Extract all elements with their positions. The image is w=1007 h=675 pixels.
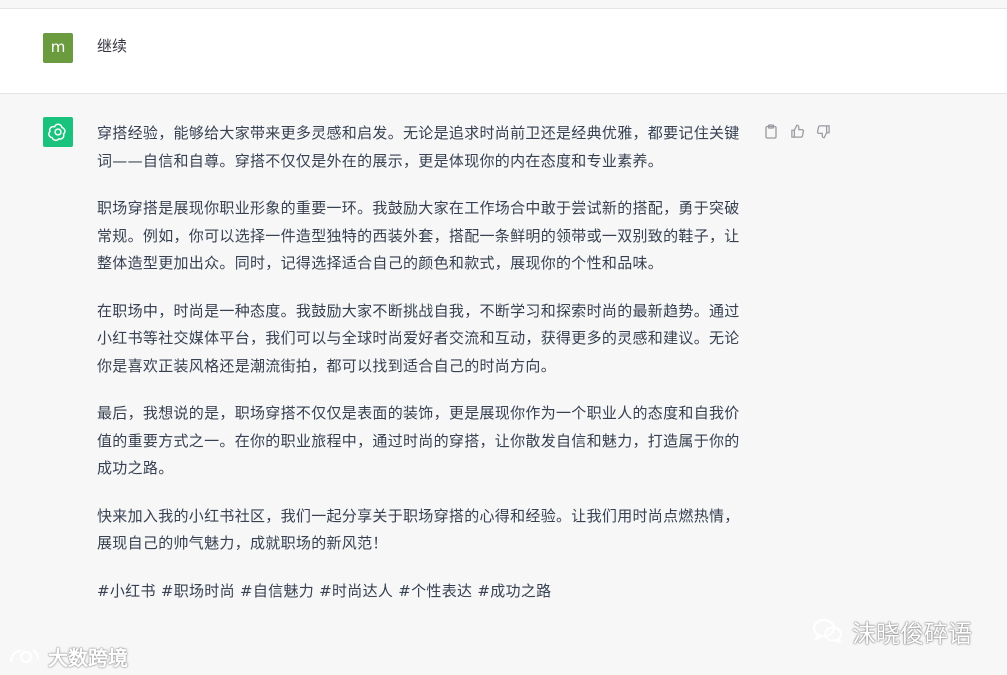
assistant-paragraph: 快来加入我的小红书社区，我们一起分享关于职场穿搭的心得和经验。让我们用时尚点燃热… xyxy=(97,506,740,553)
wechat-icon xyxy=(813,619,843,644)
hashtags: #小红书 #职场时尚 #自信魅力 #时尚达人 #个性表达 #成功之路 xyxy=(97,581,552,600)
watermark-right-text: 沫晓俊碎语 xyxy=(852,619,972,648)
clipboard-icon xyxy=(765,123,777,139)
watermark-right: 沫晓俊碎语 xyxy=(812,614,972,648)
message-actions xyxy=(762,122,832,140)
thumbs-down-button[interactable] xyxy=(814,122,832,140)
assistant-message-row: 穿搭经验，能够给大家带来更多灵感和启发。无论是追求时尚前卫还是经典优雅，都要记住… xyxy=(0,94,1007,675)
user-avatar: m xyxy=(43,33,73,63)
assistant-paragraph: 穿搭经验，能够给大家带来更多灵感和启发。无论是追求时尚前卫还是经典优雅，都要记住… xyxy=(97,124,740,170)
watermark-left-text: 大数跨境 xyxy=(48,645,128,670)
user-message-row: m 继续 xyxy=(0,9,1007,94)
brand-logo-icon xyxy=(9,649,40,664)
assistant-paragraph: 在职场中，时尚是一种态度。我鼓励大家不断挑战自我，不断学习和探索时尚的最新趋势。… xyxy=(97,301,740,375)
user-message-text: 继续 xyxy=(97,37,128,55)
openai-logo-icon xyxy=(48,123,66,142)
watermark-left: 大数跨境 xyxy=(8,642,128,670)
thumbs-up-button[interactable] xyxy=(788,122,806,140)
assistant-avatar xyxy=(43,117,73,147)
assistant-paragraph: 职场穿搭是展现你职业形象的重要一环。我鼓励大家在工作场合中敢于尝试新的搭配，勇于… xyxy=(97,199,740,272)
copy-button[interactable] xyxy=(762,122,780,140)
assistant-message-content: 穿搭经验，能够给大家带来更多灵感和启发。无论是追求时尚前卫还是经典优雅，都要记住… xyxy=(97,120,742,605)
thumbs-down-icon xyxy=(816,124,830,138)
thumbs-up-icon xyxy=(790,124,804,138)
assistant-paragraph: 最后，我想说的是，职场穿搭不仅仅是表面的装饰，更是展现你作为一个职业人的态度和自… xyxy=(97,404,740,477)
top-divider xyxy=(0,0,1007,9)
